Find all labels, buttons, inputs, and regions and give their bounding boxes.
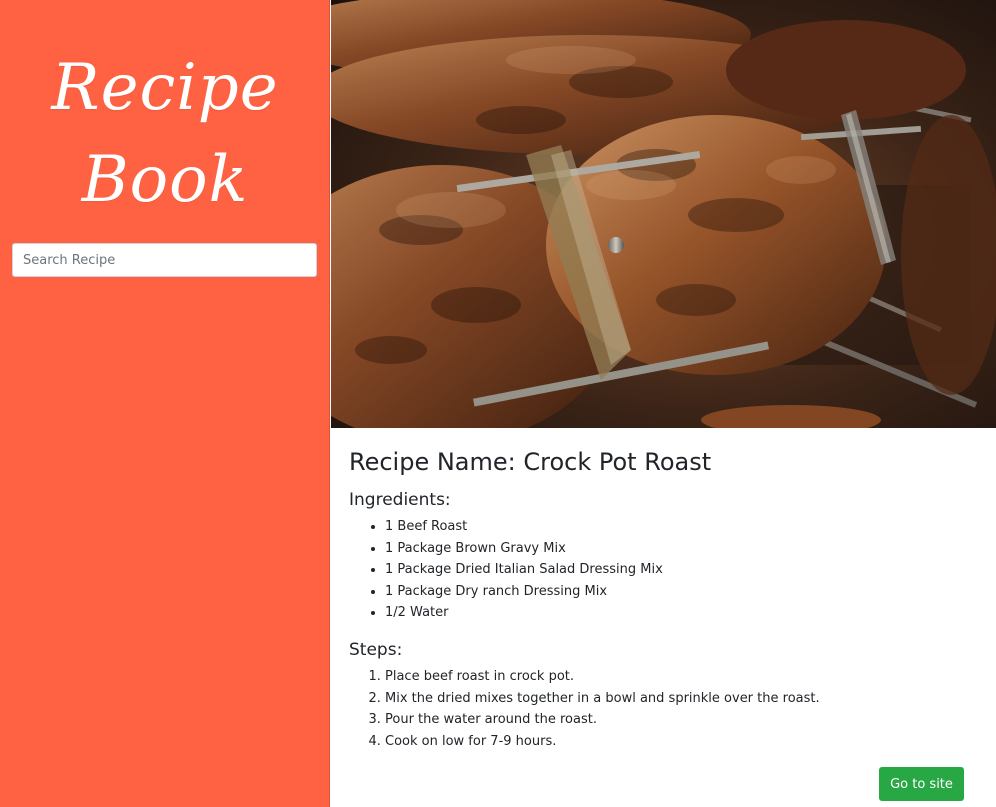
recipe-details: Recipe Name: Crock Pot Roast Ingredients… bbox=[349, 446, 969, 752]
ingredient-item: 1 Package Brown Gravy Mix bbox=[385, 538, 969, 560]
search-recipe-input[interactable] bbox=[12, 243, 317, 277]
ingredient-item: 1 Package Dry ranch Dressing Mix bbox=[385, 581, 969, 603]
logo-line-book: Book bbox=[81, 143, 249, 217]
ingredients-heading: Ingredients: bbox=[349, 490, 451, 510]
step-item: Mix the dried mixes together in a bowl a… bbox=[385, 688, 969, 710]
ingredient-item: 1/2 Water bbox=[385, 602, 969, 624]
recipe-hero-image bbox=[331, 0, 996, 428]
ingredients-list: 1 Beef Roast 1 Package Brown Gravy Mix 1… bbox=[349, 516, 969, 624]
logo-line-recipe: Recipe bbox=[51, 51, 279, 125]
step-item: Pour the water around the roast. bbox=[385, 709, 969, 731]
steps-heading: Steps: bbox=[349, 639, 403, 660]
steps-list: Place beef roast in crock pot. Mix the d… bbox=[349, 666, 969, 752]
go-to-site-button[interactable]: Go to site bbox=[879, 767, 964, 801]
page: Recipe Book Search Recipe Recipe Name: C… bbox=[0, 0, 996, 807]
step-item: Cook on low for 7-9 hours. bbox=[385, 731, 969, 753]
step-item: Place beef roast in crock pot. bbox=[385, 666, 969, 688]
ingredient-item: 1 Beef Roast bbox=[385, 516, 969, 538]
sidebar: Recipe Book bbox=[0, 0, 330, 807]
ingredient-item: 1 Package Dried Italian Salad Dressing M… bbox=[385, 559, 969, 581]
recipe-book-logo: Recipe Book bbox=[0, 42, 330, 226]
roast-photo-illustration bbox=[331, 0, 996, 428]
recipe-title: Recipe Name: Crock Pot Roast bbox=[349, 448, 712, 476]
